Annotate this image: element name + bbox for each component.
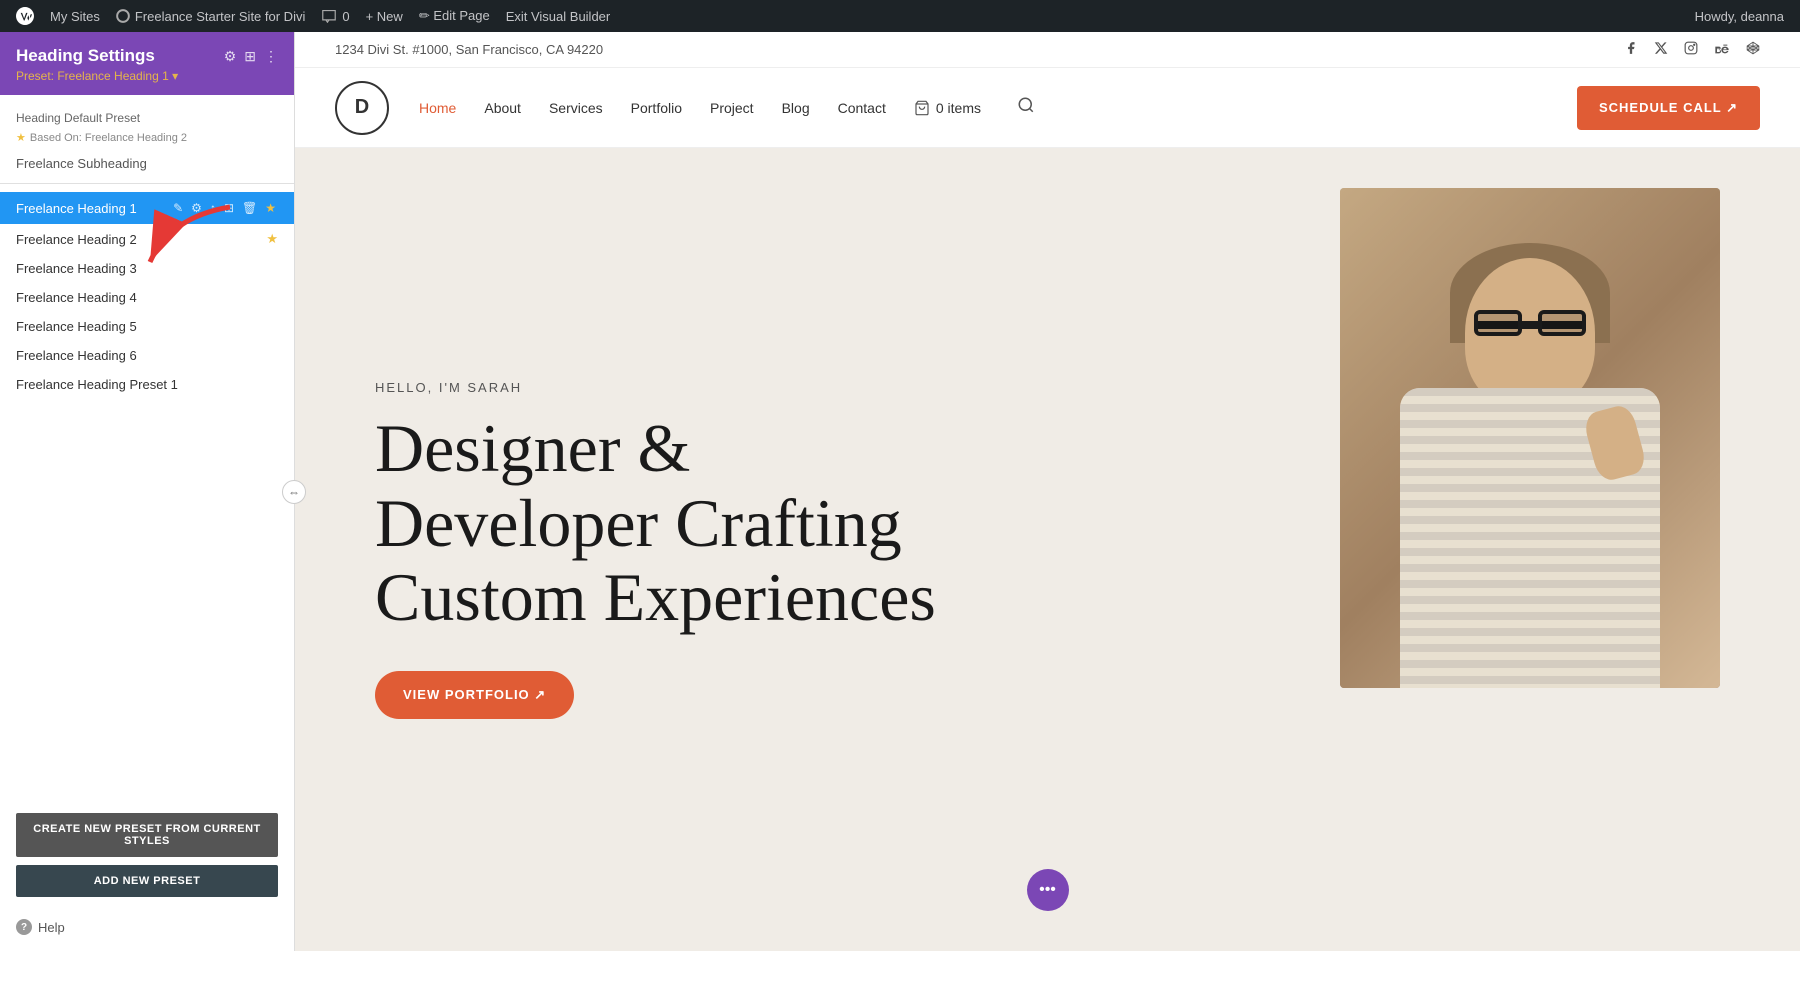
hero-text: HELLO, I'M SARAH Designer & Developer Cr…: [375, 380, 975, 719]
preset-item-7[interactable]: Freelance Heading Preset 1: [0, 370, 294, 399]
nav-home[interactable]: Home: [419, 100, 456, 116]
comments-item[interactable]: 0: [313, 0, 357, 32]
based-on-text: Based On: Freelance Heading 2: [30, 132, 187, 144]
dots-icon: •••: [1039, 881, 1056, 899]
preset-text: Preset: Freelance Heading 1 ▾: [16, 69, 178, 83]
dots-menu-button[interactable]: •••: [1027, 869, 1069, 911]
nav-portfolio[interactable]: Portfolio: [631, 100, 682, 116]
edit-icon[interactable]: ✎: [171, 199, 185, 217]
wp-admin-bar: My Sites Freelance Starter Site for Divi…: [0, 0, 1800, 32]
site-nav: Home About Services Portfolio Project Bl…: [419, 96, 1577, 119]
grid-icon[interactable]: ⊞: [244, 48, 256, 65]
preset-item-2[interactable]: Freelance Heading 2 ★: [0, 224, 294, 254]
exit-builder-label: Exit Visual Builder: [506, 9, 611, 24]
left-panel: Heading Settings Preset: Freelance Headi…: [0, 32, 295, 951]
nav-project[interactable]: Project: [710, 100, 754, 116]
preset-item-6[interactable]: Freelance Heading 6: [0, 341, 294, 370]
preset-item-1[interactable]: Freelance Heading 1 ✎ ⚙ ↑ ⊞ 🗑 ★: [0, 192, 294, 224]
site-name-label: Freelance Starter Site for Divi: [135, 9, 306, 24]
main-container: Heading Settings Preset: Freelance Headi…: [0, 32, 1800, 951]
preset-item-7-name: Freelance Heading Preset 1: [16, 377, 278, 392]
howdy-section: Howdy, deanna: [1687, 9, 1792, 24]
preset-item-5-name: Freelance Heading 5: [16, 319, 278, 334]
new-item[interactable]: + New: [358, 0, 411, 32]
hero-subtitle: HELLO, I'M SARAH: [375, 380, 975, 395]
panel-header: Heading Settings Preset: Freelance Headi…: [0, 32, 294, 95]
hero-photo: [1340, 188, 1720, 688]
settings-icon[interactable]: ⚙: [224, 48, 237, 65]
nav-contact[interactable]: Contact: [838, 100, 886, 116]
preset-item-4-name: Freelance Heading 4: [16, 290, 278, 305]
help-link[interactable]: ? Help: [0, 909, 294, 951]
preset-item-1-name: Freelance Heading 1: [16, 201, 171, 216]
nav-cart[interactable]: 0 items: [914, 100, 981, 116]
panel-title: Heading Settings: [16, 46, 178, 66]
preset-item-3-name: Freelance Heading 3: [16, 261, 278, 276]
howdy-label: Howdy, deanna: [1695, 9, 1784, 24]
site-topbar: 1234 Divi St. #1000, San Francisco, CA 9…: [295, 32, 1800, 68]
edit-page-item[interactable]: ✏ Edit Page: [411, 0, 498, 32]
more-icon[interactable]: ⋮: [264, 48, 278, 65]
add-preset-button[interactable]: ADD NEW PRESET: [16, 865, 278, 897]
star-icon[interactable]: ★: [263, 199, 278, 217]
preset-item-4[interactable]: Freelance Heading 4: [0, 283, 294, 312]
preset-item-5[interactable]: Freelance Heading 5: [0, 312, 294, 341]
view-portfolio-button[interactable]: VIEW PORTFOLIO ↗: [375, 671, 574, 719]
nav-about[interactable]: About: [484, 100, 521, 116]
hero-section: HELLO, I'M SARAH Designer & Developer Cr…: [295, 148, 1800, 951]
social-icons: [1624, 41, 1760, 58]
copy-icon[interactable]: ⊞: [222, 199, 236, 217]
based-on-label: ★ Based On: Freelance Heading 2: [0, 129, 294, 152]
preset-item-2-star[interactable]: ★: [266, 231, 278, 247]
hero-title: Designer & Developer Crafting Custom Exp…: [375, 411, 975, 635]
preset-dropdown: Heading Default Preset ★ Based On: Freel…: [0, 95, 294, 801]
search-icon[interactable]: [1017, 96, 1035, 119]
create-preset-button[interactable]: CREATE NEW PRESET FROM CURRENT STYLES: [16, 813, 278, 857]
twitter-icon[interactable]: [1654, 41, 1668, 58]
subheading-item[interactable]: Freelance Subheading: [0, 152, 294, 175]
preset-label[interactable]: Preset: Freelance Heading 1 ▾: [16, 69, 178, 83]
edit-page-label: ✏ Edit Page: [419, 8, 490, 24]
panel-buttons: CREATE NEW PRESET FROM CURRENT STYLES AD…: [0, 801, 294, 909]
preset-item-6-name: Freelance Heading 6: [16, 348, 278, 363]
delete-icon[interactable]: 🗑: [240, 199, 259, 217]
comment-count: 0: [342, 9, 349, 24]
default-preset-label: Heading Default Preset: [0, 103, 294, 129]
preset-item-1-icons: ✎ ⚙ ↑ ⊞ 🗑 ★: [171, 199, 278, 217]
wp-logo[interactable]: [8, 0, 42, 32]
codepen-icon[interactable]: [1746, 41, 1760, 58]
nav-blog[interactable]: Blog: [782, 100, 810, 116]
panel-header-left: Heading Settings Preset: Freelance Headi…: [16, 46, 178, 83]
exit-builder-item[interactable]: Exit Visual Builder: [498, 0, 619, 32]
instagram-icon[interactable]: [1684, 41, 1698, 58]
nav-services[interactable]: Services: [549, 100, 603, 116]
star-icon: ★: [16, 131, 26, 144]
help-label: Help: [38, 920, 65, 935]
hero-image: [1340, 188, 1720, 688]
resize-handle[interactable]: ⇔: [282, 480, 306, 504]
facebook-icon[interactable]: [1624, 41, 1638, 58]
new-label: + New: [366, 9, 403, 24]
divider: [0, 183, 294, 184]
site-header: D Home About Services Portfolio Project …: [295, 68, 1800, 148]
site-name-item[interactable]: Freelance Starter Site for Divi: [108, 0, 314, 32]
behance-icon[interactable]: [1714, 41, 1730, 58]
site-content: 1234 Divi St. #1000, San Francisco, CA 9…: [295, 32, 1800, 951]
upload-icon[interactable]: ↑: [208, 199, 218, 217]
help-icon: ?: [16, 919, 32, 935]
schedule-call-button[interactable]: SCHEDULE CALL ↗: [1577, 86, 1760, 130]
settings-icon[interactable]: ⚙: [189, 199, 204, 217]
panel-header-icons: ⚙ ⊞ ⋮: [224, 48, 278, 65]
preset-item-2-name: Freelance Heading 2: [16, 232, 266, 247]
site-logo: D: [335, 81, 389, 135]
preset-item-3[interactable]: Freelance Heading 3: [0, 254, 294, 283]
cart-count: 0 items: [936, 100, 981, 116]
my-sites-menu[interactable]: My Sites: [42, 0, 108, 32]
my-sites-label: My Sites: [50, 9, 100, 24]
site-address: 1234 Divi St. #1000, San Francisco, CA 9…: [335, 42, 603, 57]
